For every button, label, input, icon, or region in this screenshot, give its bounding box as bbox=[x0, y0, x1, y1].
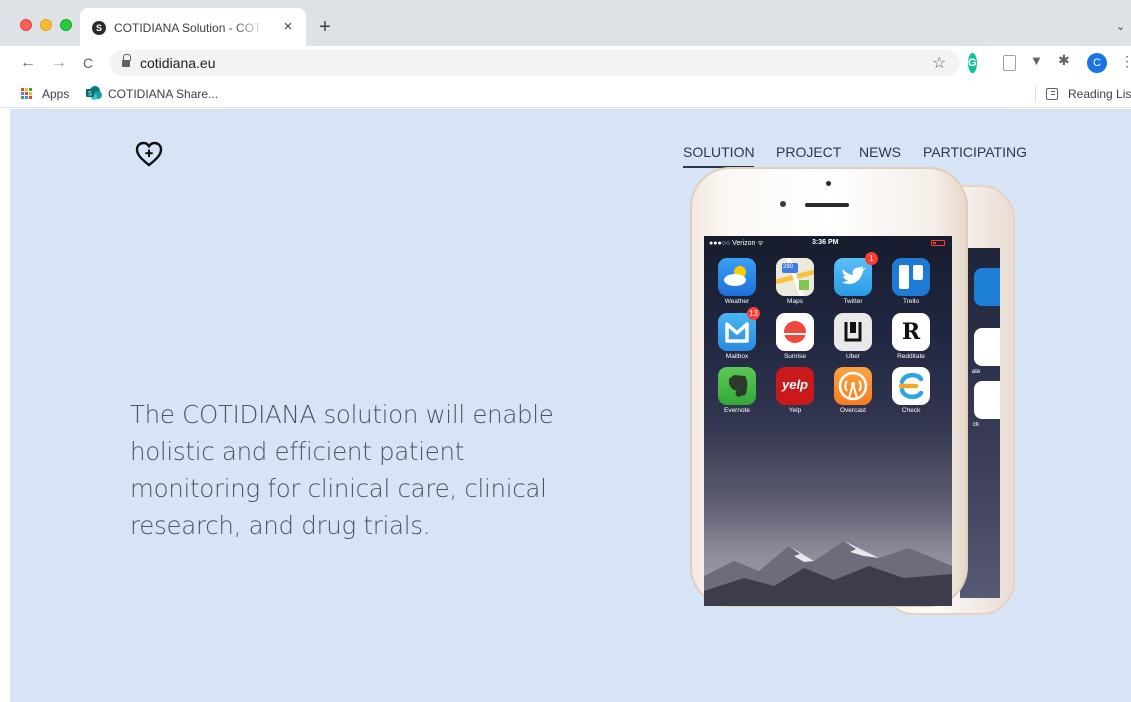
phone-screen: ●●●○○ Verizon ᯤ 3:36 PM Weather 280 Maps… bbox=[704, 236, 952, 606]
close-window-button[interactable] bbox=[20, 19, 32, 31]
phone-camera bbox=[826, 181, 831, 186]
app-label: Mailbox bbox=[725, 353, 749, 360]
carrier-text: ●●●○○ Verizon ᯤ bbox=[709, 240, 764, 247]
evernote-elephant-icon bbox=[729, 375, 748, 397]
nav-participating[interactable]: PARTICIPATING bbox=[923, 144, 1027, 160]
app-label: Evernote bbox=[723, 407, 751, 414]
maps-shield-text: 280 bbox=[783, 264, 794, 270]
phone-status-bar: ●●●○○ Verizon ᯤ 3:36 PM bbox=[704, 236, 952, 250]
phone-speaker bbox=[805, 203, 849, 207]
twitter-bird-icon bbox=[842, 266, 866, 285]
twitter-app-icon[interactable] bbox=[834, 258, 872, 296]
reload-button[interactable]: C bbox=[78, 53, 98, 73]
redditate-r-icon: R bbox=[901, 319, 921, 345]
hero-text: The COTIDIANA solution will enable holis… bbox=[130, 400, 554, 540]
app-label: Twitter bbox=[843, 298, 863, 305]
back-phone-app-icon bbox=[974, 328, 1000, 366]
address-bar[interactable]: cotidiana.eu ☆ bbox=[110, 50, 960, 76]
nav-solution[interactable]: SOLUTION bbox=[683, 144, 755, 160]
bookmark-star-icon[interactable]: ☆ bbox=[932, 53, 946, 73]
apps-bookmark[interactable]: Apps bbox=[42, 87, 69, 101]
cotidiana-share-bookmark[interactable]: COTIDIANA Share... bbox=[108, 87, 218, 101]
nav-project[interactable]: PROJECT bbox=[776, 144, 841, 160]
reading-list-icon[interactable] bbox=[1046, 88, 1058, 100]
site-favicon-icon: S bbox=[92, 21, 106, 35]
reading-list-button[interactable]: Reading List bbox=[1068, 87, 1131, 101]
battery-icon bbox=[931, 240, 945, 246]
app-label: Check bbox=[901, 407, 921, 414]
bookmarks-divider bbox=[1035, 86, 1036, 102]
weather-app-icon[interactable] bbox=[718, 258, 756, 296]
document-extension-icon[interactable] bbox=[1003, 55, 1016, 71]
browser-menu-icon[interactable]: ⋮ bbox=[1120, 53, 1131, 70]
url-text[interactable]: cotidiana.eu bbox=[140, 55, 216, 71]
svg-text:S: S bbox=[88, 92, 92, 98]
apps-grid-icon[interactable] bbox=[21, 88, 33, 100]
redditate-app-icon[interactable]: R bbox=[892, 313, 930, 351]
check-c-icon bbox=[898, 372, 924, 400]
app-label: Trello bbox=[902, 298, 919, 305]
trello-app-icon[interactable] bbox=[892, 258, 930, 296]
overcast-antenna-icon bbox=[838, 371, 868, 401]
tab-strip: S COTIDIANA Solution - COTIDIANA × + ⌄ bbox=[0, 0, 1131, 46]
check-app-icon[interactable] bbox=[892, 367, 930, 405]
sunrise-icon bbox=[782, 321, 808, 343]
maps-app-icon[interactable]: 280 bbox=[776, 258, 814, 296]
zoom-window-button[interactable] bbox=[60, 19, 72, 31]
phone-clock: 3:36 PM bbox=[812, 239, 839, 246]
sunrise-app-icon[interactable] bbox=[776, 313, 814, 351]
weather-icon bbox=[724, 266, 746, 286]
maps-icon bbox=[776, 258, 814, 296]
profile-avatar[interactable]: C bbox=[1087, 53, 1107, 73]
app-label: Weather bbox=[724, 298, 750, 305]
yelp-logo-icon: yelp bbox=[781, 377, 808, 392]
close-tab-icon[interactable]: × bbox=[280, 19, 296, 35]
back-phone-app-icon bbox=[974, 268, 1000, 306]
evernote-app-icon[interactable] bbox=[718, 367, 756, 405]
vivaldi-extension-icon[interactable]: ▼ bbox=[1030, 53, 1044, 68]
yelp-app-icon[interactable]: yelp bbox=[776, 367, 814, 405]
app-label: Overcast bbox=[839, 407, 866, 414]
trello-card-icon bbox=[913, 265, 923, 280]
bookmarks-bar: Apps S COTIDIANA Share... Reading List bbox=[0, 80, 1131, 108]
browser-toolbar: ← → C cotidiana.eu ☆ bbox=[0, 46, 1131, 80]
tab-search-icon[interactable]: ⌄ bbox=[1116, 20, 1128, 33]
app-label: Redditate bbox=[897, 353, 925, 360]
uber-app-icon[interactable] bbox=[834, 313, 872, 351]
minimize-window-button[interactable] bbox=[40, 19, 52, 31]
back-phone-app-icon bbox=[974, 381, 1000, 419]
back-button[interactable]: ← bbox=[18, 53, 38, 73]
app-label: Sunrise bbox=[783, 353, 807, 360]
grammarly-extension-icon[interactable]: G bbox=[968, 53, 977, 73]
tab-title: COTIDIANA Solution - COTIDIANA bbox=[114, 21, 264, 35]
lock-icon[interactable] bbox=[122, 54, 131, 67]
notification-badge: 13 bbox=[747, 307, 760, 320]
app-label: Yelp bbox=[788, 407, 802, 414]
new-tab-button[interactable]: + bbox=[316, 17, 334, 37]
browser-tab[interactable]: S COTIDIANA Solution - COTIDIANA × bbox=[80, 8, 306, 46]
app-label: Uber bbox=[845, 353, 861, 360]
trello-card-icon bbox=[899, 265, 909, 289]
mountain-wallpaper bbox=[704, 541, 952, 606]
nav-news[interactable]: NEWS bbox=[859, 144, 901, 160]
app-label: Maps bbox=[787, 298, 803, 305]
sharepoint-icon: S bbox=[86, 86, 102, 100]
forward-button[interactable]: → bbox=[49, 53, 69, 73]
overcast-app-icon[interactable] bbox=[834, 367, 872, 405]
notification-badge: 1 bbox=[865, 252, 878, 265]
heart-plus-logo-icon[interactable] bbox=[134, 139, 164, 169]
uber-icon bbox=[844, 322, 862, 342]
extensions-puzzle-icon[interactable]: ✱ bbox=[1058, 52, 1074, 69]
phone-sensor bbox=[780, 201, 786, 207]
